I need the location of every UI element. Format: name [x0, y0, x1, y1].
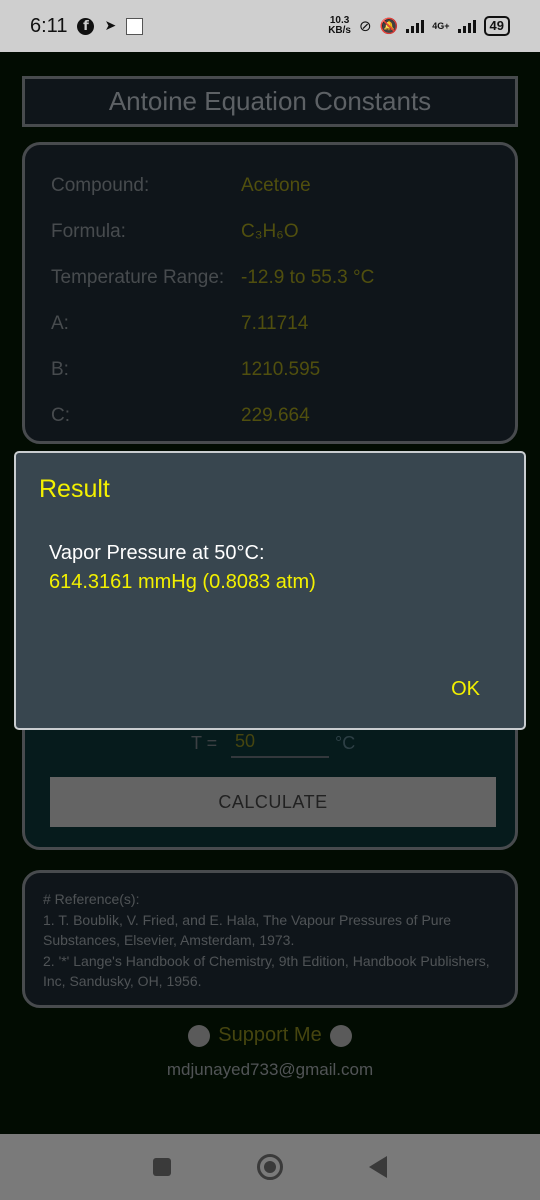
facebook-icon: f	[77, 17, 95, 35]
info-row-formula: Formula: C₃H₆O	[51, 221, 299, 243]
info-row-b: B: 1210.595	[51, 359, 320, 381]
network-speed-unit: KB/s	[328, 25, 351, 36]
support-me-label: Support Me	[218, 1024, 322, 1046]
link-icon: ⊘	[359, 17, 372, 35]
reference-1: 1. T. Boublik, V. Fried, and E. Hala, Th…	[43, 911, 452, 949]
title-box: Antoine Equation Constants	[22, 76, 518, 127]
constant-c-value: 229.664	[241, 405, 310, 426]
contact-email[interactable]: mdjunayed733@gmail.com	[0, 1060, 540, 1080]
dialog-message-label: Vapor Pressure at 50°C:	[49, 542, 265, 564]
dialog-message-value: 614.3161 mmHg (0.8083 atm)	[49, 571, 316, 593]
circle-left-icon	[188, 1024, 211, 1047]
constants-card: Compound: Acetone Formula: C₃H₆O Tempera…	[22, 142, 518, 444]
result-dialog: Result Vapor Pressure at 50°C: 614.3161 …	[14, 451, 526, 730]
constant-c-label: C:	[51, 405, 70, 426]
reference-2: 2. '*' Lange's Handbook of Chemistry, 9t…	[43, 952, 490, 990]
page-title: Antoine Equation Constants	[108, 86, 432, 116]
signal-bars-icon	[406, 19, 425, 33]
constant-b-label: B:	[51, 359, 69, 380]
formula-value: C₃H₆O	[241, 221, 299, 242]
info-row-c: C: 229.664	[51, 405, 310, 427]
signal-bars-2-icon	[457, 19, 476, 33]
constant-a-value: 7.11714	[241, 313, 309, 334]
temperature-range-value: -12.9 to 55.3 °C	[241, 267, 375, 288]
temperature-range-label: Temperature Range:	[51, 267, 225, 288]
info-row-temperature-range: Temperature Range: -12.9 to 55.3 °C	[51, 267, 374, 289]
temperature-unit: °C	[335, 733, 356, 753]
info-row-compound: Compound: Acetone	[51, 175, 311, 197]
constant-b-value: 1210.595	[241, 359, 321, 380]
compound-value: Acetone	[241, 175, 311, 196]
battery-indicator: 49	[483, 16, 510, 36]
notification-square-icon	[126, 17, 144, 35]
alarm-off-icon: 🔕	[379, 17, 399, 35]
status-left: 6:11 f ➤	[30, 14, 144, 38]
formula-label: Formula:	[51, 221, 126, 242]
back-icon[interactable]	[369, 1156, 387, 1178]
references-card: # Reference(s): 1. T. Boublik, V. Fried,…	[22, 870, 518, 1008]
home-icon[interactable]	[257, 1154, 283, 1180]
status-right: 10.3 KB/s ⊘ 🔕 4G+ 49	[328, 16, 510, 36]
calculate-button[interactable]: CALCULATE	[50, 777, 496, 827]
status-time: 6:11	[30, 14, 68, 37]
status-bar: 6:11 f ➤ 10.3 KB/s ⊘ 🔕 4G+ 49	[0, 0, 540, 52]
compound-label: Compound:	[51, 175, 150, 196]
network-speed: 10.3 KB/s	[328, 16, 351, 36]
support-me-link[interactable]: Support Me	[0, 1024, 540, 1047]
constant-a-label: A:	[51, 313, 69, 334]
circle-right-icon	[329, 1024, 352, 1047]
recent-apps-icon[interactable]	[153, 1158, 171, 1176]
navigation-bar	[0, 1134, 540, 1200]
info-row-a: A: 7.11714	[51, 313, 308, 335]
network-type: 4G+	[432, 20, 450, 31]
ok-button[interactable]: OK	[451, 678, 480, 701]
references-heading: # Reference(s):	[43, 891, 140, 907]
temperature-input-label: T =	[191, 733, 218, 753]
temperature-input[interactable]: 50	[231, 731, 329, 758]
navigation-arrow-icon: ➤	[104, 18, 117, 34]
dialog-title: Result	[39, 475, 110, 503]
